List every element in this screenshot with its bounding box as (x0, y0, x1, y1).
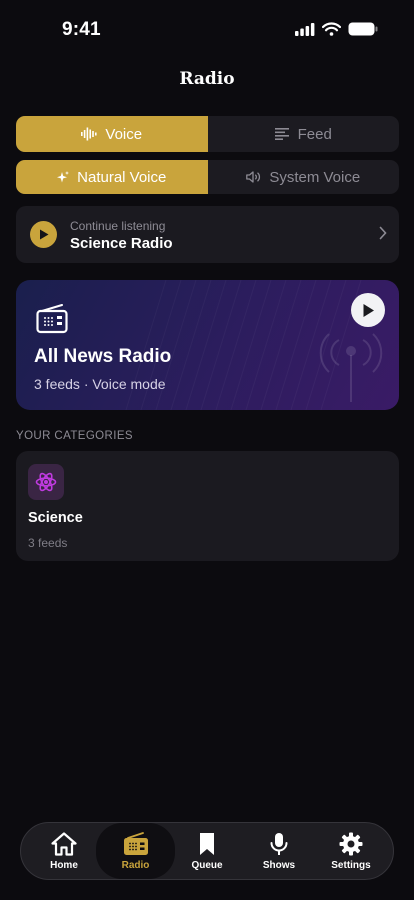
tab-queue[interactable]: Queue (172, 823, 242, 879)
tab-home[interactable]: Home (29, 823, 99, 879)
tab-settings[interactable]: Settings (316, 823, 386, 879)
natural-voice-label: Natural Voice (77, 168, 167, 186)
hero-subtitle: 3 feeds · Voice mode (34, 376, 166, 392)
tab-label-radio: Radio (121, 860, 150, 871)
categories-header: YOUR CATEGORIES (16, 430, 133, 442)
status-icons (295, 22, 378, 36)
system-voice-button[interactable]: System Voice (208, 160, 400, 194)
feed-mode-label: Feed (297, 125, 332, 143)
continue-subtitle: Continue listening (70, 219, 166, 233)
category-feed-count: 3 feeds (28, 536, 68, 550)
play-icon (363, 303, 374, 317)
gear-icon (339, 832, 363, 856)
play-icon (39, 229, 48, 240)
continue-title: Science Radio (70, 235, 173, 252)
continue-listening-card[interactable]: Continue listening Science Radio (16, 206, 399, 263)
cellular-signal-icon (295, 22, 315, 36)
tab-label-settings: Settings (331, 860, 371, 871)
status-time: 9:41 (62, 19, 101, 40)
hero-title: All News Radio (34, 346, 172, 367)
radio-icon (36, 304, 68, 334)
featured-radio-card[interactable]: All News Radio 3 feeds · Voice mode (16, 280, 399, 410)
battery-icon (348, 22, 378, 36)
tab-label-queue: Queue (191, 860, 223, 871)
voice-mode-label: Voice (105, 125, 143, 143)
speaker-icon (246, 171, 261, 183)
tab-bar: Home Radio Queue Shows Settings (20, 822, 394, 880)
bookmark-icon (200, 833, 214, 855)
waveform-icon (81, 127, 97, 141)
voice-mode-button[interactable]: Voice (16, 116, 208, 152)
continue-play-button[interactable] (30, 221, 57, 248)
mode-toggle: Voice Feed (16, 116, 399, 152)
tab-label-shows: Shows (262, 860, 296, 871)
chevron-right-icon (379, 226, 387, 240)
category-card-science[interactable]: Science 3 feeds (16, 451, 399, 561)
text-lines-icon (274, 128, 289, 140)
atom-icon (35, 472, 57, 492)
radio-icon (123, 832, 148, 855)
microphone-icon (270, 833, 288, 855)
tab-shows[interactable]: Shows (244, 823, 314, 879)
broadcast-antenna-icon (319, 333, 383, 402)
tab-label-home: Home (50, 860, 78, 871)
status-bar: 9:41 (0, 0, 414, 60)
system-voice-label: System Voice (269, 168, 361, 186)
category-icon-tile (28, 464, 64, 500)
wifi-icon (322, 22, 341, 36)
feed-mode-button[interactable]: Feed (208, 116, 400, 152)
category-name: Science (28, 510, 83, 526)
home-icon (51, 832, 77, 856)
natural-voice-button[interactable]: Natural Voice (16, 160, 208, 194)
sparkle-icon (57, 170, 70, 182)
tab-radio[interactable]: Radio (96, 823, 175, 879)
page-title: Radio (179, 69, 235, 89)
voice-type-toggle: Natural Voice System Voice (16, 160, 399, 194)
